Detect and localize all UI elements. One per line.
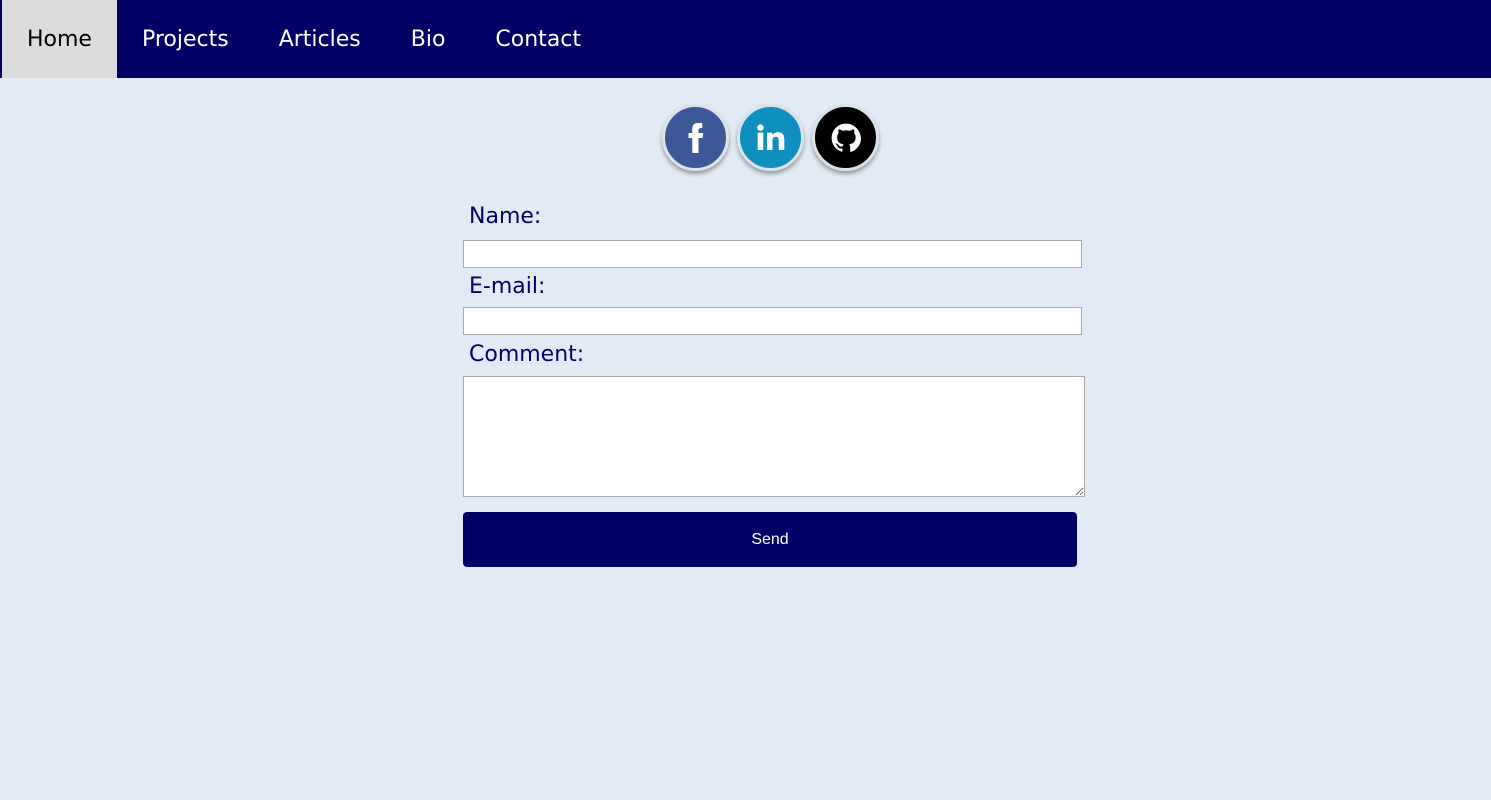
top-navbar: Home Projects Articles Bio Contact <box>0 0 1491 78</box>
social-links <box>662 104 879 171</box>
nav-item-bio[interactable]: Bio <box>386 0 471 78</box>
github-link[interactable] <box>812 104 879 171</box>
contact-form: Name: E-mail: Comment: Send <box>463 200 1088 567</box>
name-label: Name: <box>469 204 542 229</box>
linkedin-link[interactable] <box>737 104 804 171</box>
name-input[interactable] <box>463 240 1082 268</box>
email-input[interactable] <box>463 307 1082 335</box>
comment-textarea[interactable] <box>463 376 1085 497</box>
github-icon <box>831 123 861 152</box>
facebook-link[interactable] <box>662 104 729 171</box>
facebook-icon <box>688 122 703 153</box>
nav-item-articles[interactable]: Articles <box>254 0 386 78</box>
send-button[interactable]: Send <box>463 512 1077 567</box>
nav-item-contact[interactable]: Contact <box>470 0 606 78</box>
linkedin-icon <box>756 123 784 150</box>
nav-item-projects[interactable]: Projects <box>117 0 254 78</box>
comment-label: Comment: <box>469 342 585 367</box>
email-label: E-mail: <box>469 274 546 299</box>
nav-item-home[interactable]: Home <box>2 0 117 78</box>
